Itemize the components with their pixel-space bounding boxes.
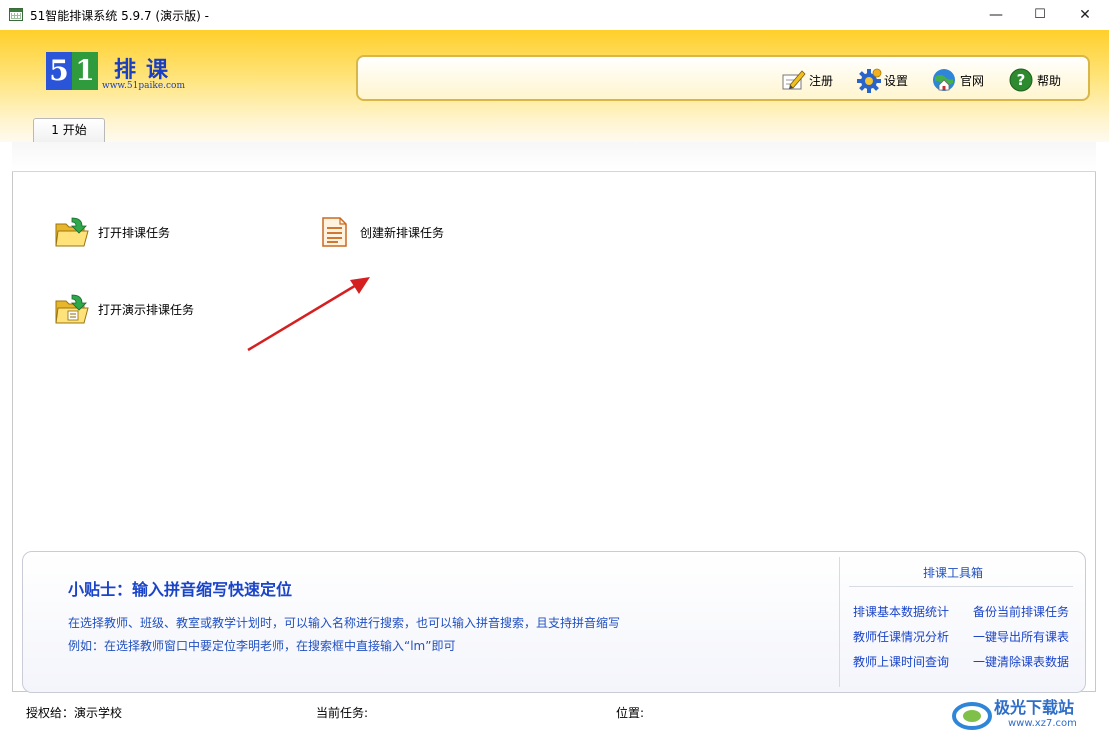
status-current-task: 当前任务:: [316, 706, 369, 720]
open-demo-task-label: 打开演示排课任务: [98, 302, 195, 317]
tips-line-2: 例如：在选择教师窗口中要定位李明老师，在搜索框中直接输入“lm”即可: [68, 639, 456, 653]
logo-digit-5: 5: [46, 52, 72, 90]
new-task-button[interactable]: 创建新排课任务: [316, 214, 444, 250]
open-demo-folder-icon: [54, 291, 90, 327]
website-label: 官网: [960, 73, 985, 88]
open-task-label: 打开排课任务: [98, 225, 171, 240]
document-icon: [316, 214, 352, 250]
toolbar-panel: 注册 设置 官网 ? 帮助: [356, 55, 1090, 101]
link-teacher-load[interactable]: 教师任课情况分析: [853, 628, 949, 645]
tips-line-1: 在选择教师、班级、教室或教学计划时，可以输入名称进行搜索，也可以输入拼音搜索，且…: [68, 616, 621, 630]
new-task-label: 创建新排课任务: [360, 225, 445, 240]
link-backup-task[interactable]: 备份当前排课任务: [973, 603, 1069, 620]
status-position: 位置:: [616, 706, 645, 720]
register-label: 注册: [809, 73, 834, 88]
open-demo-task-button[interactable]: 打开演示排课任务: [54, 291, 194, 327]
header-band: 5 1 排课 www.51paike.com 注册 设置 官网 ? 帮助 1 开…: [0, 30, 1109, 142]
maximize-button[interactable]: ☐: [1017, 0, 1063, 30]
logo-text: 排课: [114, 57, 179, 83]
status-bar: 授权给：演示学校 当前任务: 位置:: [0, 696, 1109, 742]
watermark: 极光下载站 www.xz7.com: [950, 690, 1100, 738]
open-folder-icon: [54, 214, 90, 250]
gear-icon: [855, 67, 882, 93]
status-licensed: 授权给：演示学校: [26, 706, 123, 720]
register-pen-icon: [780, 67, 806, 93]
link-export-all[interactable]: 一键导出所有课表: [973, 628, 1069, 645]
tips-divider: [839, 557, 840, 687]
svg-text:?: ?: [1017, 71, 1026, 89]
settings-label: 设置: [884, 73, 909, 88]
app-calendar-icon: [9, 8, 23, 21]
ribbon-strip: [12, 142, 1096, 172]
open-task-button[interactable]: 打开排课任务: [54, 214, 170, 250]
website-button[interactable]: 官网: [931, 66, 984, 94]
minimize-button[interactable]: —: [973, 0, 1019, 30]
help-icon: ?: [1008, 67, 1034, 93]
toolbox-separator: [849, 586, 1073, 587]
link-teacher-time[interactable]: 教师上课时间查询: [853, 653, 949, 670]
tips-title: 小贴士：输入拼音缩写快速定位: [68, 580, 293, 599]
window-title: 51智能排课系统 5.9.7 (演示版) -: [30, 9, 209, 23]
register-button[interactable]: 注册: [780, 66, 833, 94]
settings-button[interactable]: 设置: [855, 66, 908, 94]
tips-panel: 小贴士：输入拼音缩写快速定位 在选择教师、班级、教室或教学计划时，可以输入名称进…: [22, 551, 1086, 693]
toolbox-title: 排课工具箱: [923, 566, 984, 580]
help-button[interactable]: ? 帮助: [1008, 66, 1061, 94]
link-clear-all[interactable]: 一键清除课表数据: [973, 653, 1069, 670]
close-button[interactable]: ✕: [1062, 0, 1108, 30]
globe-home-icon: [931, 67, 957, 93]
logo-url: www.51paike.com: [102, 81, 185, 91]
tab-start[interactable]: 1 开始: [33, 118, 105, 142]
logo-digit-1: 1: [72, 52, 98, 90]
link-data-stats[interactable]: 排课基本数据统计: [853, 603, 949, 620]
help-label: 帮助: [1037, 73, 1062, 88]
watermark-brand: 极光下载站: [994, 698, 1075, 717]
watermark-url: www.xz7.com: [1008, 718, 1077, 729]
annotation-arrow: [247, 277, 370, 352]
title-bar: 51智能排课系统 5.9.7 (演示版) - — ☐ ✕: [0, 0, 1109, 30]
